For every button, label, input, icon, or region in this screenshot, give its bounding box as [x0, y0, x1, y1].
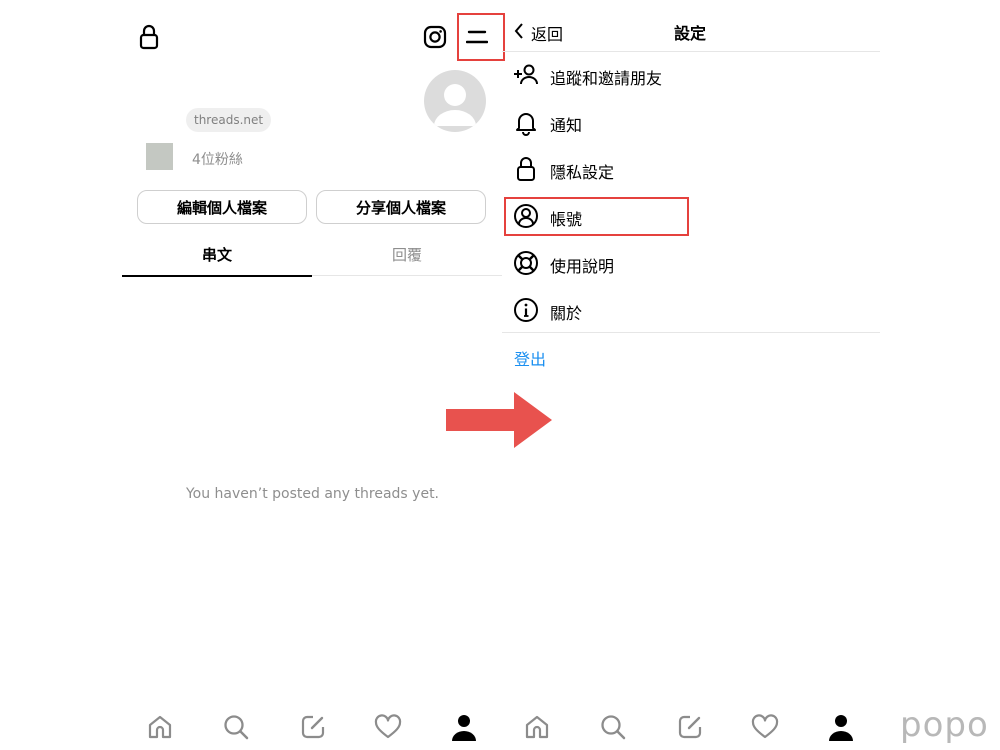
menu-item-notifications[interactable]: 通知 — [512, 108, 872, 138]
lock-icon — [512, 155, 540, 183]
empty-threads-message: You haven’t posted any threads yet. — [185, 486, 440, 502]
share-profile-button[interactable]: 分享個人檔案 — [316, 190, 486, 224]
home-icon[interactable] — [145, 712, 175, 742]
menu-item-follow-invite[interactable]: 追蹤和邀請朋友 — [512, 61, 872, 91]
watermark-logo: popo — [900, 705, 989, 745]
back-label: 返回 — [531, 25, 564, 44]
account-circle-icon — [512, 202, 540, 230]
bottom-nav-right — [500, 712, 880, 748]
menu-item-about[interactable]: 關於 — [512, 296, 872, 326]
menu-item-label: 追蹤和邀請朋友 — [550, 69, 663, 88]
compose-icon[interactable] — [298, 712, 328, 742]
right-arrow-icon — [446, 392, 552, 448]
menu-item-label: 使用說明 — [550, 257, 615, 276]
search-icon[interactable] — [598, 712, 628, 742]
instagram-icon[interactable] — [423, 25, 447, 49]
profile-icon[interactable] — [449, 712, 479, 742]
menu-item-privacy[interactable]: 隱私設定 — [512, 155, 872, 185]
lock-icon — [138, 24, 160, 50]
logout-link[interactable]: 登出 — [514, 346, 546, 370]
lifebuoy-icon — [512, 249, 540, 277]
menu-item-label: 帳號 — [550, 210, 583, 229]
menu-icon[interactable] — [466, 29, 488, 45]
followers-count[interactable]: 4位粉絲 — [192, 149, 243, 169]
tab-threads[interactable]: 串文 — [122, 244, 312, 265]
menu-item-label: 關於 — [550, 304, 583, 323]
menu-item-label: 通知 — [550, 116, 583, 135]
follower-avatar — [146, 143, 173, 170]
bottom-nav-left — [0, 712, 500, 748]
username-domain-badge[interactable]: threads.net — [186, 108, 272, 132]
info-icon — [512, 296, 540, 324]
avatar[interactable] — [424, 70, 486, 132]
heart-icon[interactable] — [750, 712, 780, 742]
menu-item-label: 隱私設定 — [550, 163, 615, 182]
header-divider — [502, 51, 880, 52]
logout-divider — [502, 332, 880, 333]
search-icon[interactable] — [221, 712, 251, 742]
menu-item-account[interactable]: 帳號 — [512, 202, 872, 232]
heart-icon[interactable] — [373, 712, 403, 742]
bell-icon — [512, 108, 540, 136]
chevron-left-icon — [513, 22, 525, 40]
add-person-icon — [512, 61, 540, 89]
tab-divider — [312, 275, 502, 276]
home-icon[interactable] — [522, 712, 552, 742]
compose-icon[interactable] — [675, 712, 705, 742]
edit-profile-button[interactable]: 編輯個人檔案 — [137, 190, 307, 224]
tab-underline — [122, 275, 312, 277]
settings-title: 設定 — [673, 24, 706, 43]
menu-item-help[interactable]: 使用說明 — [512, 249, 872, 279]
tab-replies[interactable]: 回覆 — [312, 244, 502, 265]
profile-icon[interactable] — [826, 712, 856, 742]
